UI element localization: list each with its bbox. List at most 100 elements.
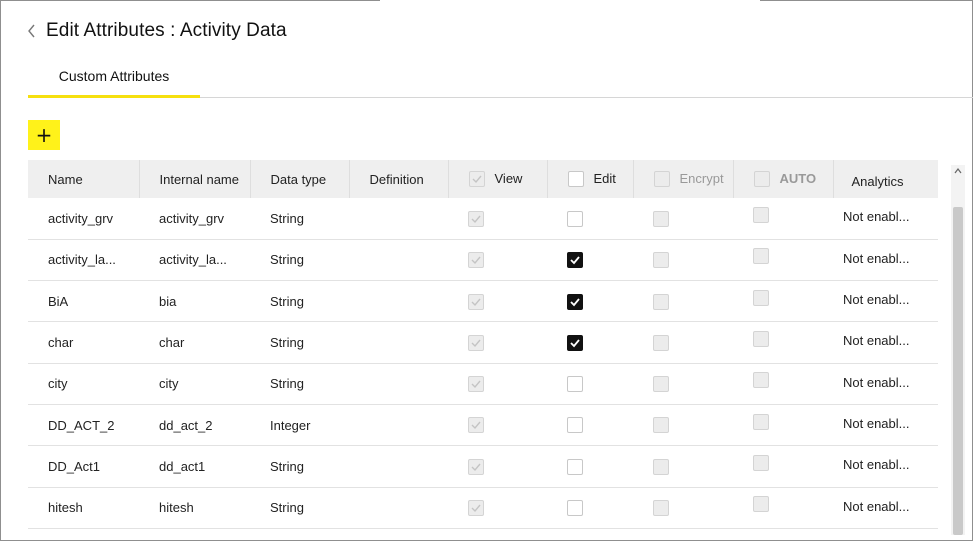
cell-auto [733,404,833,445]
encrypt-checkbox [653,417,669,434]
cell-auto [733,446,833,487]
cell-name: activity_grv [48,210,114,226]
table-row[interactable]: city city String Not enabl... [28,363,938,405]
table-row[interactable]: BiA bia String Not enabl... [28,281,938,322]
table-body: activity_grv activity_grv String Not enabl.… [28,198,938,529]
cell-name: char [48,335,74,351]
scroll-up-icon[interactable] [954,167,962,175]
edit-header-label: Edit [593,170,616,186]
cell-edit [547,363,633,404]
column-header-definition[interactable]: Definition [349,160,449,198]
auto-checkbox [753,413,769,430]
table-row[interactable]: DD_Act1 dd_act1 String Not enabl... [28,446,938,488]
cell-definition [349,363,448,404]
cell-view [448,487,547,528]
cell-auto [733,322,833,363]
edit-all-checkbox[interactable] [567,171,584,188]
chevron-left-icon[interactable] [26,23,38,39]
view-checkbox [468,252,484,269]
edit-checkbox[interactable] [567,252,583,269]
cell-analytics[interactable]: Not enabl... [833,322,938,363]
cell-name: hitesh [48,500,83,516]
tab-bar: Custom Attributes [28,60,973,98]
auto-header-label: AUTO [779,170,817,186]
page-header: Edit Attributes : Activity Data [26,18,287,44]
cell-view [448,363,547,404]
column-header-encrypt: Encrypt [633,160,734,198]
table-row[interactable]: char char String Not enabl... [28,322,938,364]
edit-checkbox[interactable] [567,458,583,475]
cell-name: city [48,376,68,392]
encrypt-checkbox [653,293,669,310]
edit-checkbox[interactable] [567,293,583,310]
table-row[interactable]: activity_la... activity_la... String Not en… [28,239,938,281]
cell-analytics[interactable]: Not enabl... [833,239,938,280]
cell-view [448,281,547,322]
cell-edit [547,446,633,487]
cell-view [448,404,547,445]
cell-auto [733,239,833,280]
view-checkbox [468,500,484,516]
tab-custom-attributes[interactable]: Custom Attributes [28,60,200,98]
encrypt-checkbox [653,252,669,269]
encrypt-checkbox [653,210,669,227]
table-row[interactable]: DD_ACT_2 dd_act_2 Integer Not enabl... [28,404,938,446]
auto-checkbox [753,454,769,471]
cell-data-type: String [270,293,304,309]
cell-definition [349,239,448,280]
table-row[interactable]: activity_grv activity_grv String Not enabl.… [28,198,938,240]
cell-view [448,322,547,363]
cell-view [448,446,547,487]
encrypt-checkbox [653,458,669,475]
auto-checkbox [753,372,769,389]
add-attribute-button[interactable]: + [28,120,60,150]
cell-internal-name: activity_grv [159,210,225,226]
cell-internal-name: hitesh [159,500,194,516]
edit-checkbox[interactable] [567,334,583,351]
edit-checkbox[interactable] [567,210,583,227]
cell-data-type: String [270,458,304,474]
auto-checkbox [753,330,769,347]
auto-all-checkbox [753,171,770,188]
view-header-label: View [494,170,523,186]
cell-definition [349,446,448,487]
column-header-auto: AUTO [733,160,834,198]
edit-checkbox[interactable] [567,376,583,393]
cell-edit [547,239,633,280]
edit-checkbox[interactable] [567,500,583,516]
cell-edit [547,281,633,322]
cell-definition [349,322,448,363]
column-header-name[interactable]: Name [28,160,140,198]
scrollbar-thumb[interactable] [953,207,963,535]
cell-view [448,198,547,239]
vertical-scrollbar[interactable] [951,165,965,535]
cell-analytics[interactable]: Not enabl... [833,404,938,445]
auto-checkbox [753,206,769,223]
cell-auto [733,281,833,322]
attributes-table: Name Internal name Data type Definition … [28,160,938,529]
cell-analytics[interactable]: Not enabl... [833,281,938,322]
column-header-internal-name[interactable]: Internal name [139,160,251,198]
cell-auto [733,363,833,404]
cell-edit [547,404,633,445]
cell-analytics[interactable]: Not enabl... [833,363,938,404]
encrypt-checkbox [653,334,669,351]
cell-internal-name: bia [159,293,177,309]
cell-internal-name: char [159,335,185,351]
cell-analytics[interactable]: Not enabl... [833,446,938,487]
cell-data-type: String [270,335,304,351]
cell-analytics[interactable]: Not enabl... [833,487,938,528]
cell-encrypt [633,239,733,280]
cell-name: BiA [48,293,69,309]
cell-internal-name: dd_act_2 [159,417,213,433]
edit-checkbox[interactable] [567,417,583,434]
column-header-data-type[interactable]: Data type [250,160,350,198]
table-row[interactable]: hitesh hitesh String Not enabl... [28,487,938,529]
attributes-table-container: Name Internal name Data type Definition … [28,160,964,535]
view-checkbox [468,376,484,393]
cell-analytics[interactable]: Not enabl... [833,198,938,239]
column-header-analytics[interactable]: Analytics [833,160,938,198]
cell-encrypt [633,322,733,363]
cell-edit [547,487,633,528]
cell-encrypt [633,198,733,239]
